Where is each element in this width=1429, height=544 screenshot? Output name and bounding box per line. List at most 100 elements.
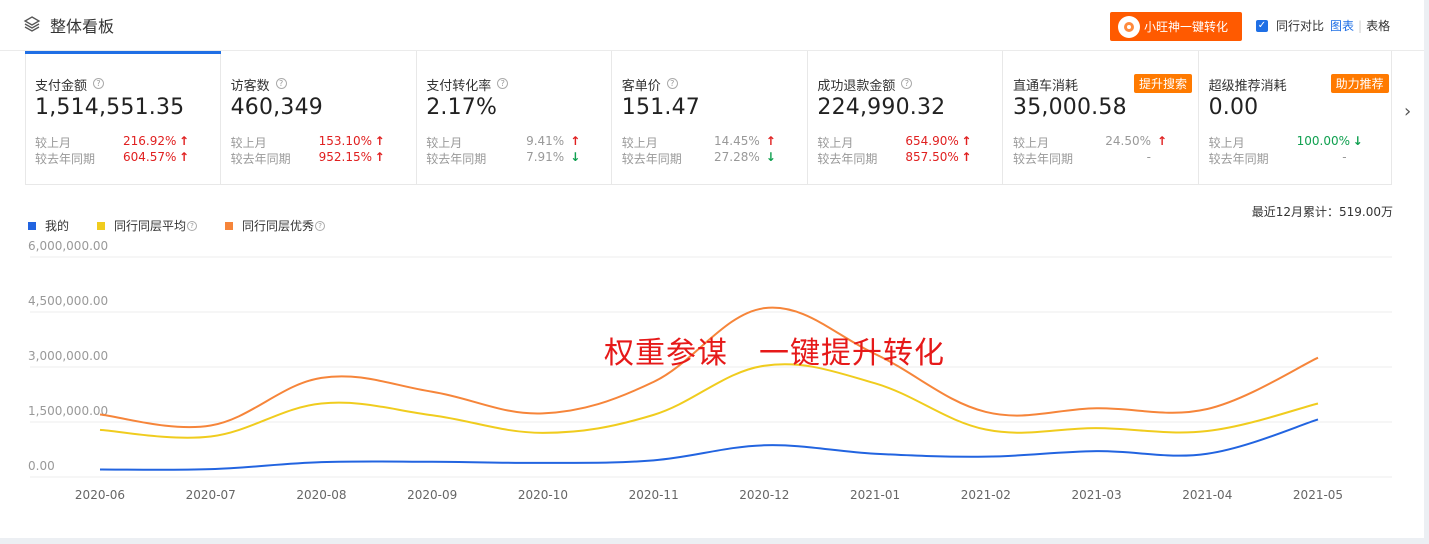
- arrow-up-icon: ↑: [961, 134, 972, 148]
- arrow-down-icon: ↓: [570, 150, 581, 164]
- x-tick-label: 2021-01: [850, 488, 900, 502]
- comparison-row: 较去年同期 -: [1013, 150, 1183, 167]
- x-tick-label: 2020-07: [186, 488, 236, 502]
- x-tick-label: 2020-06: [75, 488, 125, 502]
- y-tick-label: 0.00: [28, 459, 55, 473]
- peer-compare-checkbox[interactable]: ✓: [1256, 19, 1268, 32]
- x-tick-label: 2020-10: [518, 488, 568, 502]
- metric-value: 224,990.32: [817, 95, 946, 120]
- legend-swatch: [225, 221, 234, 230]
- metric-card[interactable]: 超级推荐消耗 0.00 助力推荐较上月 100.00% ↓ 较去年同期 -: [1200, 51, 1395, 185]
- comparison-row: 较上月 654.90% ↑: [817, 134, 987, 151]
- series-line[interactable]: [99, 418, 1319, 471]
- comparison-percent: 857.50%: [905, 150, 959, 164]
- comparison-label: 较去年同期: [1208, 152, 1269, 166]
- metric-label: 直通车消耗: [1013, 79, 1079, 94]
- metric-label: 访客数: [230, 79, 270, 94]
- x-tick-label: 2021-04: [1182, 488, 1232, 502]
- comparison-percent: 100.00%: [1296, 134, 1350, 148]
- robot-icon: [1118, 15, 1140, 38]
- metric-value: 0.00: [1208, 95, 1259, 120]
- help-icon[interactable]: ?: [93, 78, 104, 89]
- metric-label: 支付转化率: [426, 79, 492, 94]
- comparison-label: 较上月: [35, 136, 72, 150]
- metric-label: 超级推荐消耗: [1208, 79, 1287, 94]
- metric-card[interactable]: 成功退款金额 224,990.32 较上月 654.90% ↑ 较去年同期 857.50% ↑…: [808, 51, 1004, 185]
- comparison-percent: 24.50%: [1105, 134, 1151, 148]
- comparison-row: 较上月 9.41% ↑: [426, 134, 596, 151]
- comparison-percent: 952.15%: [318, 150, 372, 164]
- comparison-percent: 654.90%: [905, 134, 959, 148]
- comparison-row: 较去年同期 952.15% ↑: [231, 150, 401, 167]
- trend-line-chart: 0.00 1,500,000.00 3,000,000.00 4,500,000.00…: [28, 239, 1392, 502]
- metric-card[interactable]: 客单价 151.47 较上月 14.45% ↑ 较去年同期 27.28% ↓?: [613, 51, 808, 185]
- comparison-label: 较上月: [817, 136, 854, 150]
- arrow-down-icon: ↓: [765, 150, 776, 164]
- x-tick-label: 2021-03: [1071, 488, 1121, 502]
- arrow-down-icon: ↓: [1352, 134, 1363, 148]
- x-tick-label: 2021-02: [961, 488, 1011, 502]
- arrow-up-icon: ↑: [179, 150, 190, 164]
- comparison-label: 较上月: [230, 136, 267, 150]
- metric-cards: 支付金额 1,514,551.35 较上月 216.92% ↑ 较去年同期 604.57% ↑…: [25, 51, 1392, 185]
- arrow-up-icon: ↑: [1157, 134, 1168, 148]
- comparison-percent: -: [1342, 150, 1347, 164]
- y-tick-label: 4,500,000.00: [28, 294, 108, 308]
- comparison-label: 较上月: [1208, 136, 1245, 150]
- legend-swatch: [28, 221, 36, 230]
- y-tick-label: 6,000,000.00: [28, 239, 108, 253]
- comparison-row: 较上月 14.45% ↑: [622, 134, 792, 151]
- arrow-up-icon: ↑: [179, 134, 190, 148]
- y-tick-label: 1,500,000.00: [28, 404, 108, 418]
- help-icon[interactable]: ?: [187, 220, 198, 231]
- chevron-right-icon[interactable]: ›: [1404, 101, 1411, 122]
- metric-value: 460,349: [230, 95, 323, 120]
- metric-label: 客单价: [621, 79, 661, 94]
- metric-card[interactable]: 直通车消耗 35,000.58 提升搜索 较上月 24.50% ↑ 较去年同期 -: [1004, 51, 1199, 185]
- x-tick-label: 2021-05: [1293, 488, 1343, 502]
- metric-value: 1,514,551.35: [35, 95, 185, 120]
- peer-compare-label[interactable]: 同行对比: [1276, 17, 1324, 34]
- help-icon[interactable]: ?: [901, 78, 913, 89]
- comparison-row: 较去年同期 7.91% ↓: [426, 150, 596, 167]
- metric-label: 成功退款金额: [817, 79, 896, 94]
- comparison-percent: 9.41%: [526, 134, 565, 148]
- help-icon[interactable]: ?: [315, 220, 326, 231]
- promo-badge[interactable]: 助力推荐: [1330, 74, 1389, 93]
- help-icon[interactable]: ?: [275, 78, 287, 89]
- metric-card[interactable]: 支付金额 1,514,551.35 较上月 216.92% ↑ 较去年同期 604.57% ↑…: [25, 51, 221, 185]
- comparison-label: 较上月: [621, 136, 658, 150]
- promo-badge[interactable]: 提升搜索: [1133, 74, 1192, 93]
- series-line[interactable]: [99, 363, 1319, 439]
- peer-compare-controls: ✓ 同行对比 图表 | 表格: [1256, 17, 1390, 34]
- view-chart-toggle[interactable]: 图表: [1330, 17, 1354, 34]
- metric-card[interactable]: 支付转化率 2.17% 较上月 9.41% ↑ 较去年同期 7.91% ↓?: [417, 51, 613, 185]
- metric-value: 151.47: [621, 95, 700, 120]
- arrow-up-icon: ↑: [765, 134, 776, 148]
- metric-value: 35,000.58: [1013, 95, 1127, 120]
- help-icon[interactable]: ?: [497, 78, 509, 89]
- comparison-percent: 7.91%: [526, 150, 565, 164]
- comparison-label: 较去年同期: [621, 152, 682, 166]
- legend-swatch: [97, 221, 106, 230]
- metric-label: 支付金额: [35, 79, 88, 94]
- y-tick-label: 3,000,000.00: [28, 349, 108, 363]
- arrow-up-icon: ↑: [961, 150, 972, 164]
- view-table-toggle[interactable]: 表格: [1366, 17, 1390, 34]
- promo-overlay-text: 权重参谋 一键提升转化: [604, 336, 945, 371]
- arrow-up-icon: ↑: [570, 134, 581, 148]
- metric-value: 2.17%: [426, 95, 498, 120]
- comparison-row: 较上月 216.92% ↑: [35, 134, 205, 151]
- one-click-convert-button[interactable]: 小旺神一键转化: [1110, 12, 1242, 41]
- page-title: 整体看板: [50, 17, 115, 36]
- cumulative-total: 最近12月累计：519.00万: [1251, 205, 1393, 219]
- comparison-label: 较去年同期: [426, 152, 487, 166]
- comparison-percent: 216.92%: [123, 134, 177, 148]
- promo-label: 小旺神一键转化: [1144, 20, 1229, 34]
- comparison-label: 较去年同期: [1013, 152, 1074, 166]
- comparison-percent: 604.57%: [123, 150, 177, 164]
- comparison-percent: 153.10%: [318, 134, 372, 148]
- help-icon[interactable]: ?: [666, 78, 678, 89]
- x-tick-label: 2020-12: [739, 488, 789, 502]
- metric-card[interactable]: 访客数 460,349 较上月 153.10% ↑ 较去年同期 952.15% ↑?: [222, 51, 417, 185]
